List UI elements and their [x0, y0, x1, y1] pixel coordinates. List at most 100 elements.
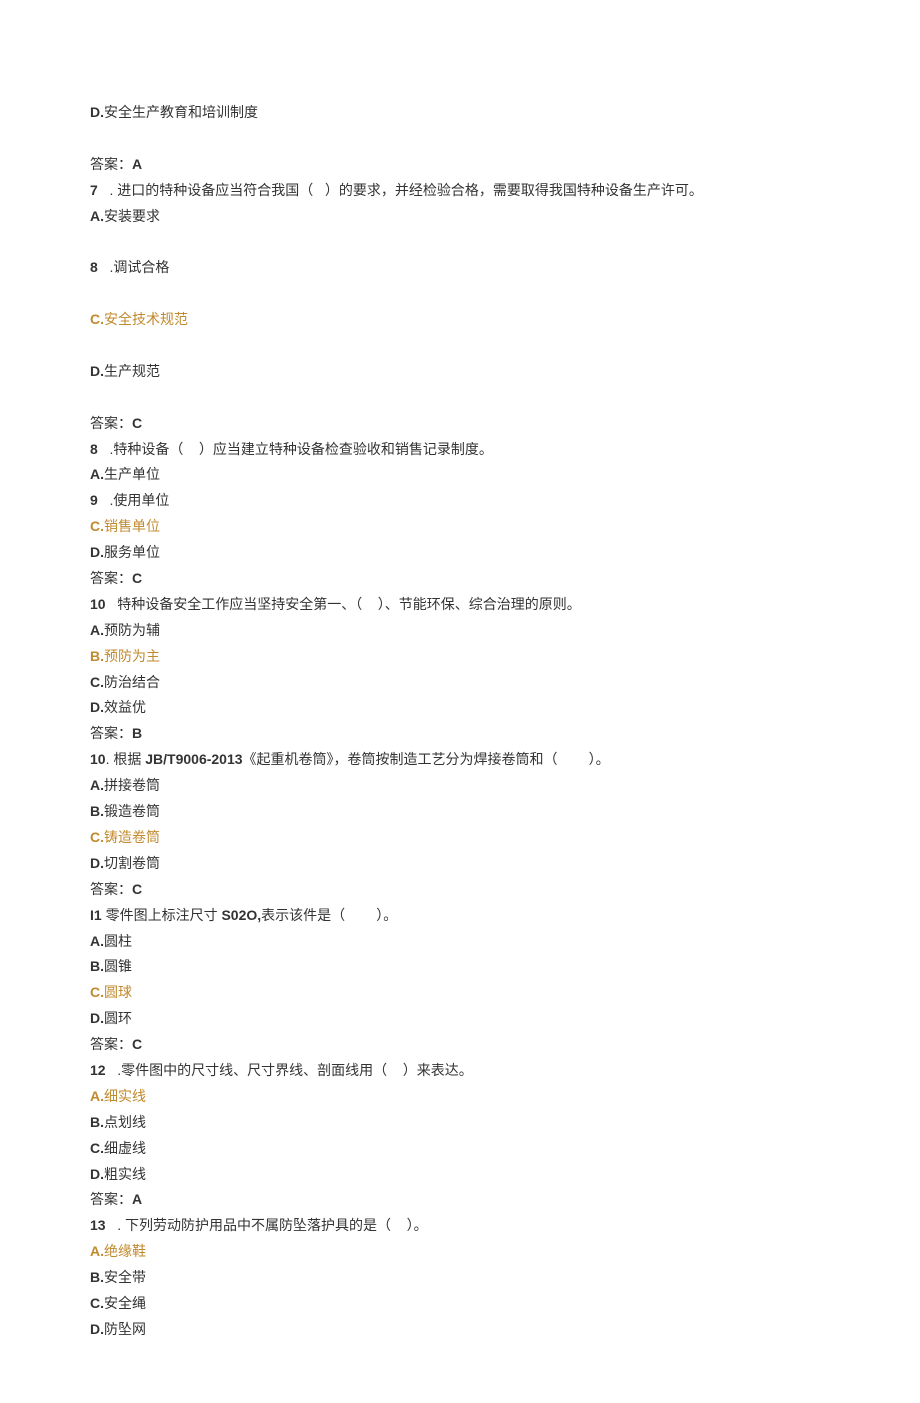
- text-segment: .特种设备（ ）应当建立特种设备检查验收和销售记录制度。: [98, 441, 493, 457]
- text-line: 9 .使用单位: [90, 488, 830, 514]
- text-segment: 答案：: [90, 570, 132, 586]
- text-segment: 安全绳: [104, 1295, 146, 1311]
- text-segment: A.: [90, 1088, 104, 1104]
- text-segment: 销售单位: [104, 518, 160, 534]
- text-segment: .零件图中的尺寸线、尺寸界线、剖面线用（ ）来表达。: [106, 1062, 473, 1078]
- text-segment: 8: [90, 441, 98, 457]
- text-line: [90, 126, 830, 152]
- text-line: 10. 根据 JB/T9006-2013《起重机卷筒》，卷筒按制造工艺分为焊接卷…: [90, 747, 830, 773]
- text-segment: C: [132, 1036, 142, 1052]
- text-segment: 圆球: [104, 984, 132, 1000]
- text-line: 答案：A: [90, 152, 830, 178]
- text-segment: 安全生产教育和培训制度: [104, 104, 258, 120]
- text-segment: C.: [90, 829, 104, 845]
- text-segment: 10: [90, 751, 106, 767]
- text-line: C.安全技术规范: [90, 307, 830, 333]
- text-line: B.预防为主: [90, 644, 830, 670]
- text-segment: 防坠网: [104, 1321, 146, 1337]
- text-line: [90, 229, 830, 255]
- text-segment: D.: [90, 1166, 104, 1182]
- text-segment: [90, 389, 94, 405]
- text-line: C.细虚线: [90, 1136, 830, 1162]
- text-segment: 圆环: [104, 1010, 132, 1026]
- text-segment: [90, 285, 94, 301]
- text-line: D.粗实线: [90, 1162, 830, 1188]
- text-segment: C.: [90, 1140, 104, 1156]
- text-segment: C.: [90, 674, 104, 690]
- text-segment: A.: [90, 622, 104, 638]
- text-segment: 锻造卷筒: [104, 803, 160, 819]
- text-segment: 8: [90, 259, 98, 275]
- text-segment: 生产规范: [104, 363, 160, 379]
- text-segment: 特种设备安全工作应当坚持安全第一、（ ）、节能环保、综合治理的原则。: [106, 596, 581, 612]
- text-line: 10 特种设备安全工作应当坚持安全第一、（ ）、节能环保、综合治理的原则。: [90, 592, 830, 618]
- text-segment: I1: [90, 907, 106, 923]
- text-line: B.圆锥: [90, 954, 830, 980]
- text-segment: 铸造卷筒: [104, 829, 160, 845]
- text-segment: 点划线: [104, 1114, 146, 1130]
- text-segment: D.: [90, 104, 104, 120]
- text-segment: . 根据: [106, 751, 146, 767]
- text-line: A.拼接卷筒: [90, 773, 830, 799]
- text-segment: 防治结合: [104, 674, 160, 690]
- text-segment: JB/T9006-2013: [145, 751, 242, 767]
- text-line: D.切割卷筒: [90, 851, 830, 877]
- text-segment: 答案：: [90, 881, 132, 897]
- text-line: D.效益优: [90, 695, 830, 721]
- text-segment: 圆柱: [104, 933, 132, 949]
- text-line: [90, 281, 830, 307]
- text-line: 答案：C: [90, 566, 830, 592]
- text-segment: 预防为辅: [104, 622, 160, 638]
- text-segment: 切割卷筒: [104, 855, 160, 871]
- text-segment: 生产单位: [104, 466, 160, 482]
- text-segment: 表示该件是（ ）。: [261, 907, 397, 923]
- text-line: A.预防为辅: [90, 618, 830, 644]
- text-segment: D.: [90, 363, 104, 379]
- text-segment: 拼接卷筒: [104, 777, 160, 793]
- text-segment: S02O,: [221, 907, 261, 923]
- text-segment: D.: [90, 699, 104, 715]
- text-segment: 圆锥: [104, 958, 132, 974]
- text-segment: B.: [90, 648, 104, 664]
- text-line: [90, 385, 830, 411]
- text-line: B.点划线: [90, 1110, 830, 1136]
- text-segment: 7: [90, 182, 98, 198]
- text-line: C.安全绳: [90, 1291, 830, 1317]
- text-segment: C: [132, 415, 142, 431]
- text-line: D.圆环: [90, 1006, 830, 1032]
- text-segment: A.: [90, 777, 104, 793]
- text-line: 13 . 下列劳动防护用品中不属防坠落护具的是（ ）。: [90, 1213, 830, 1239]
- text-segment: 答案：: [90, 1036, 132, 1052]
- text-segment: 答案：: [90, 415, 132, 431]
- text-segment: D.: [90, 1010, 104, 1026]
- text-segment: A: [132, 156, 142, 172]
- text-segment: 《起重机卷筒》，卷筒按制造工艺分为焊接卷筒和（ ）。: [243, 751, 610, 767]
- text-segment: D.: [90, 544, 104, 560]
- text-segment: B: [132, 725, 142, 741]
- text-segment: 12: [90, 1062, 106, 1078]
- text-segment: .使用单位: [98, 492, 170, 508]
- text-segment: 答案：: [90, 725, 132, 741]
- text-line: A.圆柱: [90, 929, 830, 955]
- text-segment: B.: [90, 803, 104, 819]
- text-segment: A.: [90, 1243, 104, 1259]
- text-segment: B.: [90, 958, 104, 974]
- text-line: C.圆球: [90, 980, 830, 1006]
- text-segment: 预防为主: [104, 648, 160, 664]
- text-line: 12 .零件图中的尺寸线、尺寸界线、剖面线用（ ）来表达。: [90, 1058, 830, 1084]
- text-segment: . 进口的特种设备应当符合我国（ ）的要求，并经检验合格，需要取得我国特种设备生…: [98, 182, 703, 198]
- text-segment: 细虚线: [104, 1140, 146, 1156]
- text-segment: 答案：: [90, 1191, 132, 1207]
- text-segment: 零件图上标注尺寸: [106, 907, 222, 923]
- text-segment: B.: [90, 1114, 104, 1130]
- text-line: A.生产单位: [90, 462, 830, 488]
- text-line: 8 .调试合格: [90, 255, 830, 281]
- text-segment: [90, 337, 94, 353]
- text-line: A.安装要求: [90, 204, 830, 230]
- text-segment: C.: [90, 984, 104, 1000]
- text-segment: C: [132, 881, 142, 897]
- text-segment: [90, 233, 94, 249]
- text-segment: 效益优: [104, 699, 146, 715]
- text-line: A.细实线: [90, 1084, 830, 1110]
- text-segment: D.: [90, 855, 104, 871]
